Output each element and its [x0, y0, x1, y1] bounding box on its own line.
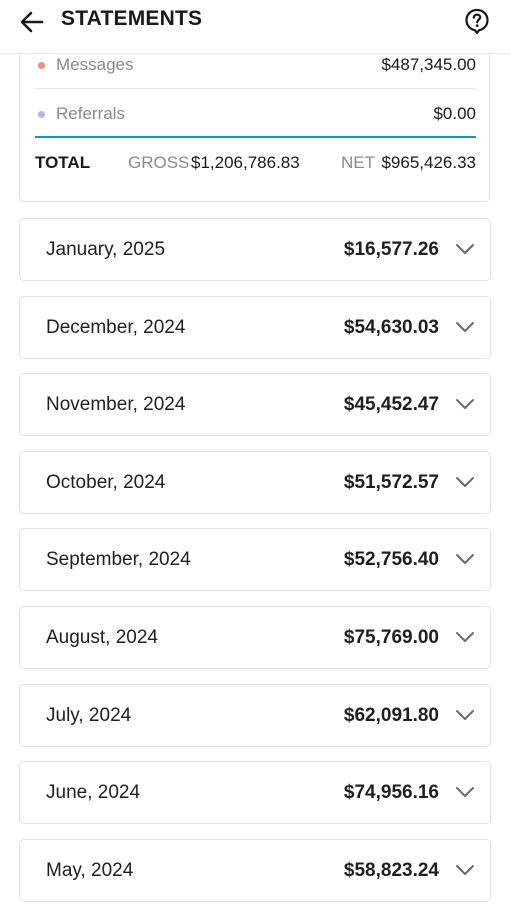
statement-amount: $74,956.16 [343, 782, 439, 804]
gross-value: $1,206,786.83 [191, 153, 300, 172]
chevron-down-icon[interactable] [455, 862, 475, 878]
app-header: STATEMENTS [0, 0, 511, 54]
statement-row[interactable]: August, 2024 $75,769.00 [19, 605, 491, 669]
help-circle-icon[interactable] [463, 7, 491, 35]
summary-row-value: $0.00 [433, 104, 476, 123]
statement-month: May, 2024 [46, 859, 134, 881]
statement-row[interactable]: October, 2024 $51,572.57 [19, 450, 491, 514]
statement-amount: $45,452.47 [343, 394, 439, 416]
statement-row[interactable]: July, 2024 $62,091.80 [19, 683, 491, 747]
statement-row[interactable]: June, 2024 $74,956.16 [19, 761, 491, 825]
summary-row-value: $487,345.00 [381, 55, 476, 74]
earnings-summary-card: Messages $487,345.00 Referrals $0.00 TOT… [19, 30, 490, 202]
statement-amount: $58,823.24 [343, 859, 439, 881]
arrow-left-icon[interactable] [18, 8, 46, 36]
statement-amount: $62,091.80 [343, 704, 439, 726]
statement-row[interactable]: December, 2024 $54,630.03 [19, 295, 491, 359]
statement-amount: $16,577.26 [343, 239, 439, 260]
net-value: $965,426.33 [381, 153, 476, 172]
statement-amount: $54,630.03 [343, 316, 439, 338]
statement-month: June, 2024 [46, 782, 141, 804]
statement-month: November, 2024 [46, 394, 186, 416]
statement-month: August, 2024 [46, 626, 158, 648]
statement-month: October, 2024 [46, 471, 166, 493]
statement-row[interactable]: September, 2024 $52,756.40 [19, 528, 491, 592]
page-title: STATEMENTS [61, 7, 203, 30]
summary-row-label: Referrals [56, 104, 125, 123]
referrals-dot-icon [38, 111, 45, 118]
net-label: NET [341, 153, 375, 172]
chevron-down-icon[interactable] [455, 241, 475, 257]
statement-row[interactable]: January, 2025 $16,577.26 [19, 218, 491, 281]
statement-amount: $75,769.00 [343, 626, 439, 648]
chevron-down-icon[interactable] [455, 474, 475, 490]
chevron-down-icon[interactable] [455, 629, 475, 645]
statement-month: January, 2025 [46, 239, 166, 260]
statement-row[interactable]: May, 2024 $58,823.24 [19, 838, 491, 902]
chevron-down-icon[interactable] [455, 396, 475, 412]
statement-month: December, 2024 [46, 316, 186, 338]
monthly-statements-list: January, 2025 $16,577.26 December, 2024 … [19, 218, 491, 916]
total-label: TOTAL [35, 153, 91, 172]
statement-month: July, 2024 [46, 704, 132, 726]
chevron-down-icon[interactable] [455, 707, 475, 723]
summary-total-row: TOTAL GROSS $1,206,786.83 NET $965,426.3… [35, 149, 476, 179]
chevron-down-icon[interactable] [455, 784, 475, 800]
statement-amount: $52,756.40 [343, 549, 439, 571]
chevron-down-icon[interactable] [455, 551, 475, 567]
statement-month: September, 2024 [46, 549, 191, 571]
messages-dot-icon [38, 62, 45, 69]
summary-row-label: Messages [56, 55, 134, 74]
statement-row[interactable]: November, 2024 $45,452.47 [19, 373, 491, 437]
chevron-down-icon[interactable] [455, 319, 475, 335]
statement-amount: $51,572.57 [343, 471, 439, 493]
gross-label: GROSS [128, 153, 190, 172]
summary-row-referrals: Referrals $0.00 [35, 89, 476, 138]
